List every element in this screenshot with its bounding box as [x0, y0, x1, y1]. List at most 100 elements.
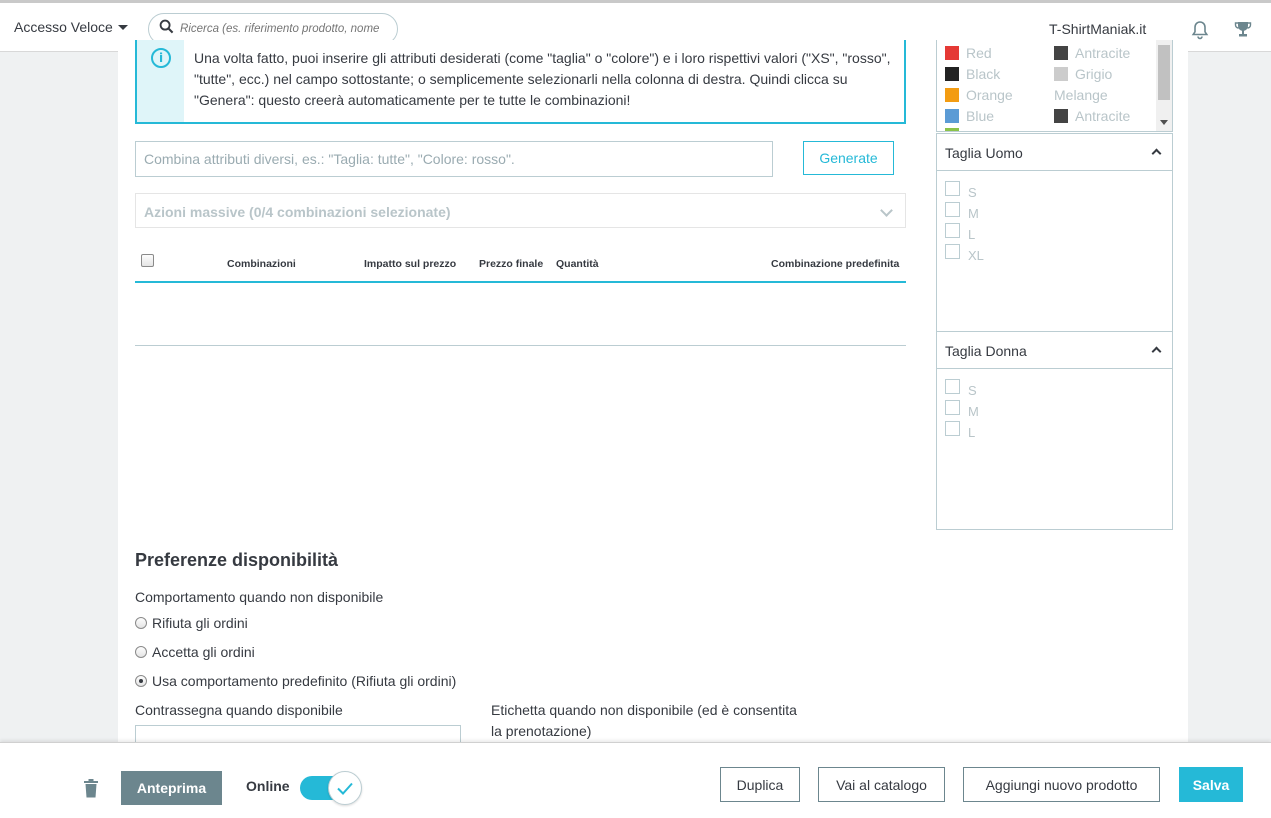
- size-women-option-s[interactable]: S: [945, 379, 977, 398]
- color-swatch: [945, 88, 959, 102]
- go-to-catalog-button[interactable]: Vai al catalogo: [818, 767, 945, 802]
- option-label: L: [968, 227, 976, 242]
- info-alert: i Una volta fatto, puoi inserire gli att…: [135, 40, 906, 124]
- scrollbar-thumb[interactable]: [1158, 45, 1170, 100]
- size-men-option-m[interactable]: M: [945, 202, 979, 221]
- trophy-icon[interactable]: [1234, 20, 1252, 43]
- color-swatch: [1054, 109, 1068, 123]
- checkbox[interactable]: [945, 244, 960, 259]
- checkbox[interactable]: [945, 379, 960, 394]
- size-women-group: Taglia Donna S M L: [936, 331, 1173, 530]
- search-icon: [159, 19, 174, 39]
- color-swatch: [945, 109, 959, 123]
- search-input[interactable]: [180, 23, 397, 35]
- combinations-table-header: Combinazioni Impatto sul prezzo Prezzo f…: [135, 246, 906, 283]
- shop-name-link[interactable]: T-ShirtManiak.it: [1049, 21, 1146, 37]
- size-women-title: Taglia Donna: [945, 343, 1027, 359]
- radio-deny-orders[interactable]: Rifiuta gli ordini: [135, 615, 248, 631]
- color-label-continued: Melange: [1054, 87, 1108, 103]
- in-stock-label: Contrassegna quando disponibile: [135, 702, 343, 718]
- size-men-group: Taglia Uomo S M L XL: [936, 133, 1173, 332]
- add-new-product-button[interactable]: Aggiungi nuovo prodotto: [963, 767, 1160, 802]
- radio-button-selected[interactable]: [135, 675, 147, 687]
- info-icon: i: [151, 48, 171, 68]
- size-men-header[interactable]: Taglia Uomo: [937, 134, 1172, 171]
- out-of-stock-label-line2: la prenotazione): [491, 723, 592, 739]
- trash-icon[interactable]: [83, 779, 99, 803]
- radio-allow-orders[interactable]: Accetta gli ordini: [135, 644, 255, 660]
- color-label: Antracite: [1075, 108, 1131, 124]
- color-swatch: [1054, 67, 1068, 81]
- color-label: Red: [966, 45, 992, 61]
- bulk-actions-dropdown[interactable]: Azioni massive (0/4 combinazioni selezio…: [135, 193, 906, 228]
- info-alert-sidebar: i: [137, 40, 184, 122]
- radio-button[interactable]: [135, 617, 147, 629]
- size-men-option-s[interactable]: S: [945, 181, 977, 200]
- color-option[interactable]: Orange: [945, 87, 1013, 103]
- radio-label: Usa comportamento predefinito (Rifiuta g…: [152, 673, 457, 689]
- size-men-option-xl[interactable]: XL: [945, 244, 984, 263]
- column-default-combination: Combinazione predefinita: [771, 258, 900, 270]
- quick-access-label: Accesso Veloce: [14, 19, 113, 35]
- check-icon: [337, 782, 353, 795]
- option-label: XL: [968, 248, 984, 263]
- toggle-knob: [328, 771, 362, 805]
- color-label: Orange: [966, 87, 1013, 103]
- size-women-option-m[interactable]: M: [945, 400, 979, 419]
- online-label: Online: [246, 778, 290, 794]
- checkbox[interactable]: [945, 421, 960, 436]
- checkbox[interactable]: [945, 181, 960, 196]
- save-button[interactable]: Salva: [1179, 767, 1243, 802]
- availability-section-title: Preferenze disponibilità: [135, 550, 339, 570]
- size-men-option-l[interactable]: L: [945, 223, 976, 242]
- combinations-table-body: [135, 283, 906, 346]
- column-quantity: Quantità: [556, 258, 599, 270]
- color-option[interactable]: Antracite: [1054, 108, 1130, 124]
- size-women-header[interactable]: Taglia Donna: [937, 332, 1172, 369]
- radio-default-behavior[interactable]: Usa comportamento predefinito (Rifiuta g…: [135, 673, 456, 689]
- bulk-actions-label: Azioni massive (0/4 combinazioni selezio…: [144, 204, 451, 220]
- footer-bar: Anteprima Online Duplica Vai al catalogo…: [0, 742, 1271, 818]
- out-of-stock-label-line1: Etichetta quando non disponibile (ed è c…: [491, 702, 797, 718]
- color-option[interactable]: Grigio: [1054, 66, 1112, 82]
- chevron-up-icon: [1151, 346, 1162, 357]
- color-option[interactable]: Black: [945, 66, 1000, 82]
- option-label: M: [968, 206, 979, 221]
- column-final-price: Prezzo finale: [479, 258, 544, 270]
- checkbox[interactable]: [945, 400, 960, 415]
- option-label: S: [968, 383, 977, 398]
- radio-label: Accetta gli ordini: [152, 644, 255, 660]
- chevron-up-icon: [1151, 148, 1162, 159]
- preview-button[interactable]: Anteprima: [121, 771, 222, 805]
- info-alert-text: Una volta fatto, puoi inserire gli attri…: [194, 50, 891, 108]
- out-of-stock-behavior-label: Comportamento quando non disponibile: [135, 589, 384, 605]
- bell-icon[interactable]: [1190, 20, 1210, 45]
- quick-access-menu[interactable]: Accesso Veloce: [14, 19, 128, 35]
- color-label: Blue: [966, 108, 995, 124]
- column-price-impact: Impatto sul prezzo: [364, 258, 457, 270]
- generate-button[interactable]: Generate: [803, 141, 894, 175]
- radio-button[interactable]: [135, 646, 147, 658]
- color-swatch: [1054, 46, 1068, 60]
- color-swatch: [945, 128, 959, 131]
- duplicate-button[interactable]: Duplica: [720, 767, 800, 802]
- select-all-checkbox[interactable]: [141, 254, 154, 267]
- size-women-option-l[interactable]: L: [945, 421, 975, 440]
- chevron-down-icon: [880, 204, 893, 217]
- combine-attributes-input[interactable]: [135, 141, 773, 177]
- checkbox[interactable]: [945, 223, 960, 238]
- color-swatch: [945, 67, 959, 81]
- color-list-scrollbar[interactable]: [1156, 40, 1172, 131]
- radio-label: Rifiuta gli ordini: [152, 615, 248, 631]
- color-label: Grigio: [1075, 66, 1113, 82]
- color-option[interactable]: Antracite: [1054, 45, 1130, 61]
- color-option[interactable]: Red: [945, 45, 992, 61]
- color-swatch: [945, 46, 959, 60]
- caret-down-icon: [117, 24, 128, 30]
- color-attribute-list: Red Black Orange Blue Antracite Grigio M…: [936, 40, 1173, 132]
- online-toggle[interactable]: [300, 771, 364, 805]
- scroll-down-arrow-icon[interactable]: [1160, 120, 1168, 125]
- color-label: Antracite: [1075, 45, 1131, 61]
- checkbox[interactable]: [945, 202, 960, 217]
- color-option[interactable]: Blue: [945, 108, 994, 124]
